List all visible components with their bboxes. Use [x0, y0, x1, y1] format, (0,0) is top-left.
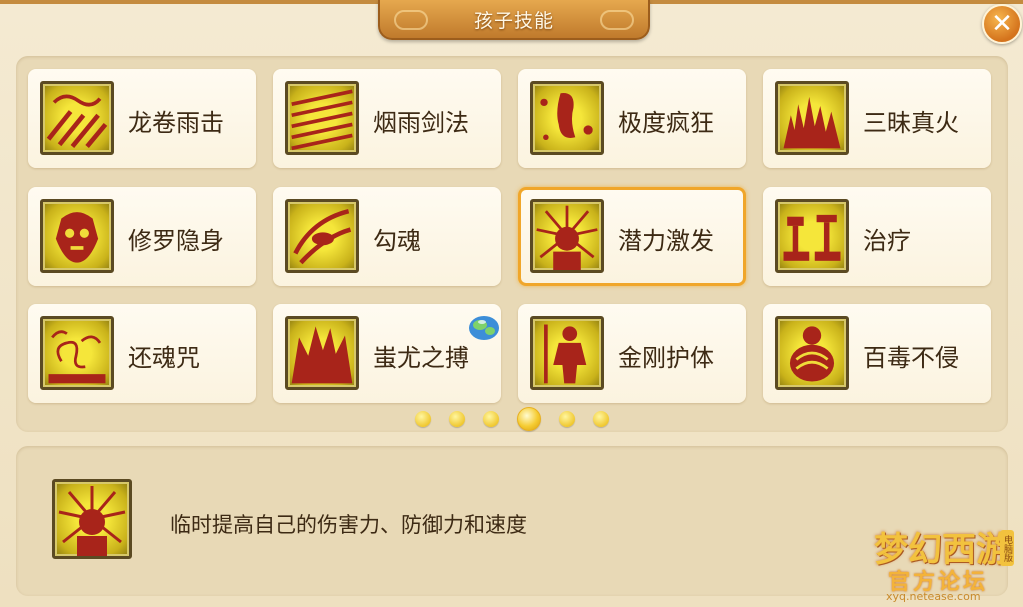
poison-immune-icon — [775, 316, 849, 390]
cloud-ornament-icon — [394, 10, 428, 30]
close-button[interactable]: ✕ — [982, 4, 1022, 44]
window-title: 孩子技能 — [473, 9, 554, 32]
skill-card-soul-hook[interactable]: 勾魂 — [273, 187, 501, 286]
skill-name: 潜力激发 — [618, 227, 714, 255]
watermark-url: xyq.netease.com — [886, 590, 981, 603]
skill-card-vajra-guard[interactable]: 金刚护体 — [518, 304, 746, 403]
skill-name: 蚩尤之搏 — [373, 344, 469, 372]
page-dot[interactable] — [449, 411, 465, 427]
chiyou-strike-icon — [285, 316, 359, 390]
window-title-tab: 孩子技能 — [378, 0, 650, 40]
skill-name: 修罗隐身 — [128, 227, 224, 255]
skill-name: 三昧真火 — [863, 109, 959, 137]
watermark-tag: 电脑版 — [1000, 530, 1014, 566]
page-indicator — [415, 407, 609, 431]
skill-card-tornado-rain[interactable]: 龙卷雨击 — [28, 69, 256, 168]
tornado-rain-icon — [40, 81, 114, 155]
forum-watermark-logo: 梦幻西游 电脑版 官方论坛 xyq.netease.com — [872, 520, 1018, 604]
skill-card-misty-sword[interactable]: 烟雨剑法 — [273, 69, 501, 168]
skill-card-poison-immune[interactable]: 百毒不侵 — [763, 304, 991, 403]
asura-stealth-icon — [40, 199, 114, 273]
skill-name: 烟雨剑法 — [373, 109, 469, 137]
heal-icon — [775, 199, 849, 273]
skill-name: 还魂咒 — [128, 344, 200, 372]
revive-curse-icon — [40, 316, 114, 390]
skill-name: 勾魂 — [373, 227, 421, 255]
page-dot[interactable] — [559, 411, 575, 427]
globe-badge-icon — [469, 316, 499, 340]
true-fire-icon — [775, 81, 849, 155]
potential-burst-icon — [530, 199, 604, 273]
skill-card-frenzy[interactable]: 极度疯狂 — [518, 69, 746, 168]
page-dot[interactable] — [415, 411, 431, 427]
misty-sword-icon — [285, 81, 359, 155]
skill-name: 龙卷雨击 — [128, 109, 224, 137]
page-dot[interactable] — [593, 411, 609, 427]
skill-name: 百毒不侵 — [863, 344, 959, 372]
skill-card-heal[interactable]: 治疗 — [763, 187, 991, 286]
page-dot[interactable] — [483, 411, 499, 427]
skill-card-potential-burst[interactable]: 潜力激发 — [518, 187, 746, 286]
skill-name: 极度疯狂 — [618, 109, 714, 137]
cloud-ornament-icon — [600, 10, 634, 30]
vajra-guard-icon — [530, 316, 604, 390]
skill-card-revive-curse[interactable]: 还魂咒 — [28, 304, 256, 403]
skill-card-asura-stealth[interactable]: 修罗隐身 — [28, 187, 256, 286]
potential-burst-icon — [52, 479, 132, 559]
skill-name: 治疗 — [863, 227, 911, 255]
close-icon: ✕ — [991, 9, 1013, 39]
soul-hook-icon — [285, 199, 359, 273]
skill-description: 临时提高自己的伤害力、防御力和速度 — [170, 513, 527, 537]
page-dot-active[interactable] — [517, 407, 541, 431]
frenzy-icon — [530, 81, 604, 155]
skill-name: 金刚护体 — [618, 344, 714, 372]
skill-card-true-fire[interactable]: 三昧真火 — [763, 69, 991, 168]
